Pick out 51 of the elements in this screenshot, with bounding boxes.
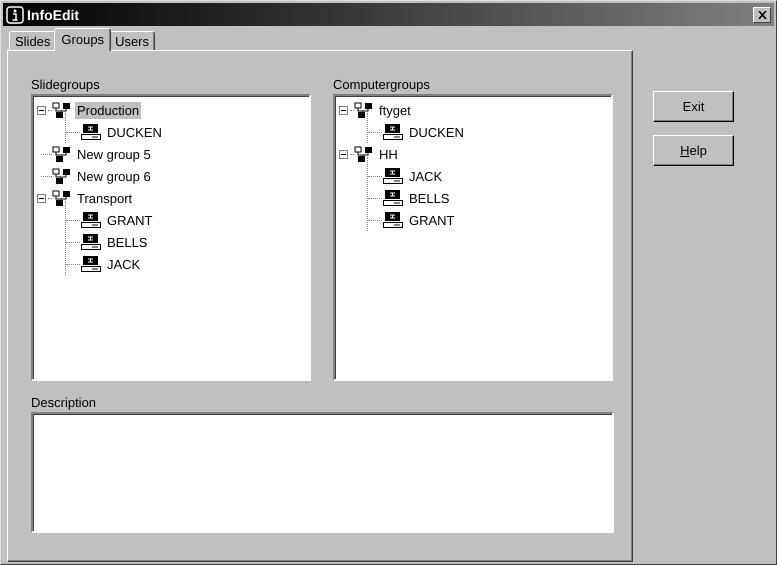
tree-item[interactable]: JACK <box>407 168 444 184</box>
tree-view[interactable]: ftyget DUCKEN HH JACK BELLS GRANT <box>333 94 613 381</box>
tree-item[interactable]: BELLS <box>407 190 452 206</box>
panel-label: Computergroups <box>333 77 431 92</box>
tree-item[interactable]: New group 5 <box>75 146 153 162</box>
network-icon <box>354 102 374 118</box>
panel-label: Slidegroups <box>31 77 101 92</box>
tree-item[interactable]: DUCKEN <box>105 124 164 140</box>
network-icon <box>52 190 72 206</box>
computer-icon <box>382 167 404 185</box>
collapse-toggle[interactable] <box>339 150 348 158</box>
tab[interactable]: Groups <box>54 28 112 51</box>
close-button[interactable] <box>753 6 771 22</box>
computer-icon <box>382 123 404 141</box>
minus-icon <box>39 108 44 112</box>
computer-icon <box>80 233 102 251</box>
collapse-toggle[interactable] <box>339 106 348 114</box>
minus-icon <box>341 152 346 156</box>
tree-item[interactable]: New group 6 <box>75 168 153 184</box>
tree-item[interactable]: Transport <box>75 190 134 206</box>
computer-icon <box>382 211 404 229</box>
window-title: InfoEdit <box>27 6 80 22</box>
tab[interactable]: Users <box>109 31 156 50</box>
description-field[interactable] <box>31 412 614 533</box>
network-icon <box>52 168 72 184</box>
tab[interactable]: Slides <box>9 31 56 50</box>
network-icon <box>52 102 72 118</box>
tree-item[interactable]: BELLS <box>105 234 150 250</box>
tree-item[interactable]: GRANT <box>407 212 456 228</box>
minus-icon <box>39 196 44 200</box>
dialog-button[interactable]: Help <box>653 135 734 166</box>
tree-item[interactable]: ftyget <box>377 102 413 118</box>
collapse-toggle[interactable] <box>37 194 46 202</box>
panel-label: Description <box>31 395 98 410</box>
tree-item[interactable]: HH <box>377 146 400 162</box>
computer-icon <box>80 255 102 273</box>
tree-item[interactable]: JACK <box>105 256 142 272</box>
computer-icon <box>80 211 102 229</box>
tree-view[interactable]: Production DUCKEN New group 5 New group 6 Transport GRANT BELLS JACK <box>31 94 311 381</box>
tree-item[interactable]: DUCKEN <box>407 124 466 140</box>
network-icon <box>52 146 72 162</box>
dialog-button[interactable]: Exit <box>653 91 734 122</box>
collapse-toggle[interactable] <box>37 106 46 114</box>
tree-item[interactable]: Production <box>75 102 142 118</box>
info-icon <box>6 6 24 24</box>
minus-icon <box>341 108 346 112</box>
close-icon <box>758 10 766 18</box>
computer-icon <box>80 123 102 141</box>
network-icon <box>354 146 374 162</box>
tree-item[interactable]: GRANT <box>105 212 154 228</box>
computer-icon <box>382 189 404 207</box>
